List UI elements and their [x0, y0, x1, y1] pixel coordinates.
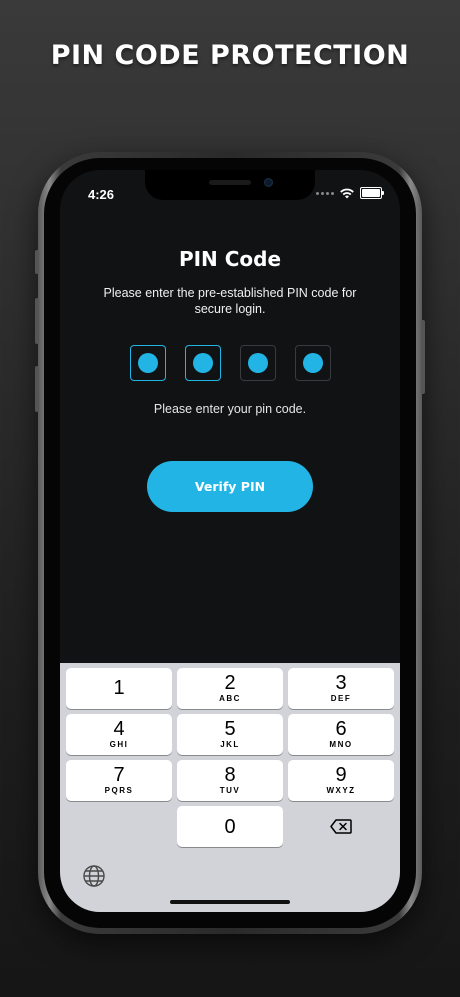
wifi-icon	[340, 188, 354, 198]
page-headline: PIN CODE PROTECTION	[50, 40, 410, 71]
key-9[interactable]: 9 WXYZ	[288, 760, 394, 801]
pin-digit-3[interactable]	[239, 345, 276, 381]
pin-dot-icon	[302, 353, 323, 373]
numeric-keypad: 1 2 ABC 3 DEF 4 GHI 5 JKL 6 MNO 7 PQRS 8	[60, 663, 400, 912]
side-button-silent	[35, 250, 39, 274]
pin-instructions: Please enter the pre-established PIN cod…	[103, 286, 357, 316]
speaker-grille	[209, 180, 251, 185]
pin-hint: Please enter your pin code.	[153, 402, 307, 416]
status-time: 4:26	[88, 187, 115, 202]
home-indicator[interactable]	[170, 900, 290, 904]
status-icons	[316, 187, 384, 199]
backspace-icon	[330, 819, 352, 834]
backspace-key[interactable]	[288, 806, 394, 847]
key-5[interactable]: 5 JKL	[177, 714, 283, 755]
battery-icon	[360, 187, 384, 199]
pin-digit-4[interactable]	[294, 345, 331, 381]
key-2[interactable]: 2 ABC	[177, 668, 283, 709]
key-7[interactable]: 7 PQRS	[66, 760, 172, 801]
page-title: PIN Code	[178, 247, 282, 271]
verify-pin-button[interactable]: Verify PIN	[147, 461, 313, 512]
side-button-volume-down	[35, 366, 39, 412]
notch	[145, 170, 315, 200]
key-4[interactable]: 4 GHI	[66, 714, 172, 755]
side-button-volume-up	[35, 298, 39, 344]
globe-icon[interactable]	[82, 864, 106, 888]
pin-dot-icon	[247, 353, 268, 373]
key-6[interactable]: 6 MNO	[288, 714, 394, 755]
camera-icon	[264, 178, 273, 187]
pin-dot-icon	[192, 353, 213, 373]
key-8[interactable]: 8 TUV	[177, 760, 283, 801]
pin-input-group[interactable]	[60, 345, 400, 381]
pin-digit-2[interactable]	[184, 345, 221, 381]
phone-screen: 4:26 PIN Code Please enter the pre-estab…	[60, 170, 400, 912]
side-button-power	[421, 320, 425, 394]
key-1[interactable]: 1	[66, 668, 172, 709]
key-3[interactable]: 3 DEF	[288, 668, 394, 709]
signal-dots-icon	[316, 191, 334, 195]
key-0[interactable]: 0	[177, 806, 283, 847]
pin-digit-1[interactable]	[129, 345, 166, 381]
pin-dot-icon	[137, 353, 158, 373]
